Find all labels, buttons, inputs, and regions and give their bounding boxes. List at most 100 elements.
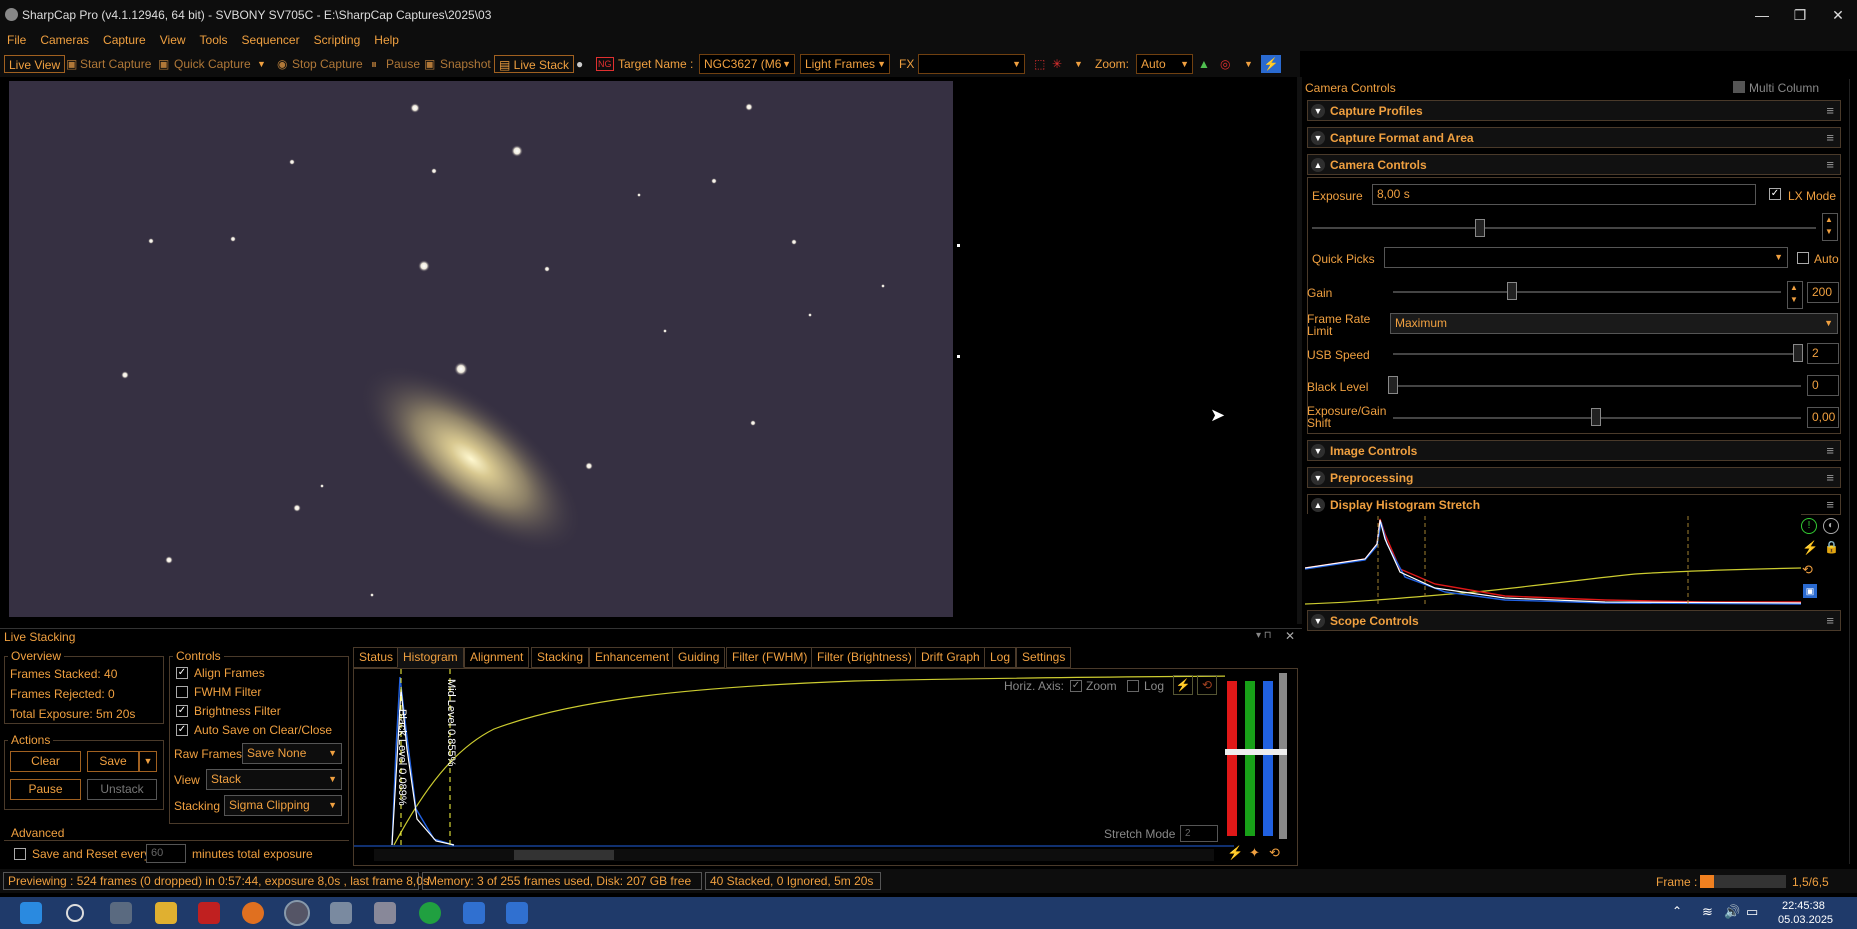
tab-status[interactable]: Status bbox=[353, 647, 400, 668]
tab-filter-brightness[interactable]: Filter (Brightness) bbox=[811, 647, 918, 668]
wifi-icon[interactable]: ≋ bbox=[1702, 904, 1713, 920]
exposure-field[interactable]: 8,00 s bbox=[1372, 184, 1756, 205]
lock-icon[interactable]: 🔒 bbox=[1824, 540, 1839, 554]
info-icon[interactable]: ! bbox=[1801, 518, 1817, 534]
menu-icon[interactable]: ≡ bbox=[1826, 157, 1834, 172]
section-display-histogram[interactable]: ▲ Display Histogram Stretch ≡ bbox=[1307, 494, 1841, 515]
zoom-checkbox[interactable]: ✓ bbox=[1070, 680, 1082, 692]
menu-tools[interactable]: Tools bbox=[193, 31, 235, 49]
panel-options-icon[interactable]: ▾ ⊓ bbox=[1256, 630, 1272, 641]
histogram-scrollbar[interactable] bbox=[374, 849, 1214, 861]
focus-icon[interactable]: ◎ bbox=[1220, 55, 1230, 73]
multi-column-checkbox[interactable] bbox=[1733, 81, 1745, 93]
exp-gain-shift-value[interactable]: 0,00 bbox=[1807, 407, 1839, 428]
mid-level-handle[interactable] bbox=[1225, 749, 1287, 755]
viewer-scrollbar[interactable] bbox=[1297, 77, 1302, 624]
menu-scripting[interactable]: Scripting bbox=[307, 31, 368, 49]
selection-rect-icon[interactable]: ⬚ bbox=[1034, 55, 1045, 73]
clock-time[interactable]: 22:45:38 bbox=[1782, 900, 1825, 912]
windows-start-icon[interactable] bbox=[20, 902, 42, 924]
blue-level-slider[interactable] bbox=[1263, 681, 1273, 836]
tab-filter-fwhm[interactable]: Filter (FWHM) bbox=[726, 647, 814, 668]
section-camera-controls[interactable]: ▲ Camera Controls ≡ bbox=[1307, 154, 1841, 175]
gain-slider-thumb[interactable] bbox=[1507, 282, 1517, 300]
save-button[interactable]: Save bbox=[87, 751, 139, 772]
black-level-slider-thumb[interactable] bbox=[1388, 376, 1398, 394]
app-icon[interactable] bbox=[463, 902, 485, 924]
fx-select[interactable]: ▼ bbox=[918, 54, 1025, 74]
unstack-button[interactable]: Unstack bbox=[87, 779, 157, 800]
app-icon[interactable] bbox=[506, 902, 528, 924]
minimize-button[interactable]: — bbox=[1742, 0, 1782, 31]
clock-date[interactable]: 05.03.2025 bbox=[1778, 914, 1833, 926]
crosshair-icon[interactable]: ✳ bbox=[1052, 55, 1062, 73]
reset-icon[interactable]: ⟲ bbox=[1802, 562, 1813, 578]
save-reset-checkbox[interactable] bbox=[14, 848, 26, 860]
red-level-slider[interactable] bbox=[1227, 681, 1237, 836]
target-app-icon[interactable] bbox=[419, 902, 441, 924]
sharpcap-taskbar-icon[interactable] bbox=[284, 900, 310, 926]
menu-icon[interactable]: ≡ bbox=[1826, 103, 1834, 118]
log-checkbox[interactable] bbox=[1127, 680, 1139, 692]
menu-view[interactable]: View bbox=[153, 31, 193, 49]
menu-capture[interactable]: Capture bbox=[96, 31, 153, 49]
pause-button[interactable]: Pause bbox=[386, 55, 420, 73]
black-level-value[interactable]: 0 bbox=[1807, 375, 1839, 396]
menu-icon[interactable]: ≡ bbox=[1826, 130, 1834, 145]
file-explorer-icon[interactable] bbox=[155, 902, 177, 924]
reset-icon[interactable]: ⟲ bbox=[1197, 675, 1217, 695]
auto-stretch-icon[interactable]: ⚡ bbox=[1227, 845, 1243, 861]
tab-histogram[interactable]: Histogram bbox=[397, 647, 464, 668]
tab-stacking[interactable]: Stacking bbox=[531, 647, 590, 668]
histogram-scrollbar-thumb[interactable] bbox=[514, 850, 614, 860]
sparkle-icon[interactable]: ✦ bbox=[1249, 845, 1260, 861]
lx-mode-checkbox[interactable]: ✓ bbox=[1769, 188, 1781, 200]
frame-rate-select[interactable]: Maximum ▼ bbox=[1390, 313, 1838, 334]
save-icon[interactable]: ▣ bbox=[1803, 584, 1817, 598]
exposure-slider-thumb[interactable] bbox=[1475, 219, 1485, 237]
auto-stretch-icon[interactable]: ⚡ bbox=[1802, 540, 1818, 556]
menu-sequencer[interactable]: Sequencer bbox=[235, 31, 307, 49]
telescope-app-icon[interactable] bbox=[330, 902, 352, 924]
plugin-icon[interactable]: ⚡ bbox=[1261, 55, 1281, 73]
menu-icon[interactable]: ≡ bbox=[1826, 470, 1834, 485]
section-image-controls[interactable]: ▼ Image Controls ≡ bbox=[1307, 440, 1841, 461]
zoom-select[interactable]: Auto ▼ bbox=[1136, 54, 1193, 74]
frame-type-select[interactable]: Light Frames ▼ bbox=[800, 54, 890, 74]
contrast-icon[interactable]: ◐ bbox=[1823, 518, 1839, 534]
usb-speed-value[interactable]: 2 bbox=[1807, 343, 1839, 364]
volume-icon[interactable]: 🔊 bbox=[1724, 904, 1740, 920]
gain-slider[interactable] bbox=[1393, 291, 1781, 293]
quick-picks-select[interactable]: ▼ bbox=[1384, 247, 1788, 268]
fwhm-filter-checkbox[interactable] bbox=[176, 686, 188, 698]
rgb-level-sliders[interactable] bbox=[1225, 671, 1287, 841]
brightness-filter-checkbox[interactable]: ✓ bbox=[176, 705, 188, 717]
tab-enhancement[interactable]: Enhancement bbox=[589, 647, 676, 668]
gain-stepper[interactable]: ▲ ▼ bbox=[1787, 281, 1803, 309]
chevron-down-icon[interactable]: ▼ bbox=[1244, 55, 1253, 73]
usb-speed-slider-thumb[interactable] bbox=[1793, 344, 1803, 362]
start-capture-button[interactable]: Start Capture bbox=[80, 55, 151, 73]
close-button[interactable]: ✕ bbox=[1818, 0, 1857, 31]
stop-capture-button[interactable]: Stop Capture bbox=[292, 55, 363, 73]
menu-file[interactable]: File bbox=[0, 31, 33, 49]
reset-icon[interactable]: ⟲ bbox=[1269, 845, 1280, 861]
right-panel-scrollbar[interactable] bbox=[1849, 79, 1857, 864]
menu-icon[interactable]: ≡ bbox=[1826, 613, 1834, 628]
luminance-level-slider[interactable] bbox=[1279, 673, 1287, 839]
clear-button[interactable]: Clear bbox=[10, 751, 81, 772]
menu-icon[interactable]: ≡ bbox=[1826, 443, 1834, 458]
section-capture-profiles[interactable]: ▼ Capture Profiles ≡ bbox=[1307, 100, 1841, 121]
section-scope-controls[interactable]: ▼ Scope Controls ≡ bbox=[1307, 610, 1841, 631]
task-view-icon[interactable] bbox=[110, 902, 132, 924]
live-stack-button[interactable]: ▤ Live Stack bbox=[494, 55, 575, 73]
auto-save-checkbox[interactable]: ✓ bbox=[176, 724, 188, 736]
green-level-slider[interactable] bbox=[1245, 681, 1255, 836]
menu-cameras[interactable]: Cameras bbox=[33, 31, 96, 49]
acrobat-icon[interactable] bbox=[198, 902, 220, 924]
chevron-down-icon[interactable]: ▼ bbox=[1074, 55, 1083, 73]
tab-alignment[interactable]: Alignment bbox=[464, 647, 530, 668]
quick-capture-button[interactable]: Quick Capture bbox=[174, 55, 251, 73]
save-reset-value[interactable]: 60 bbox=[146, 844, 186, 863]
robot-app-icon[interactable] bbox=[374, 902, 396, 924]
